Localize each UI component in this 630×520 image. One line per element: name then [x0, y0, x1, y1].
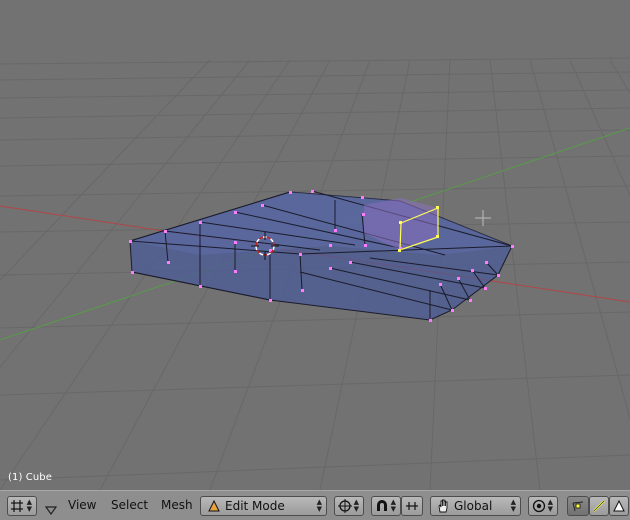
- hand-icon: [434, 499, 452, 513]
- proportional-icon: [529, 499, 549, 513]
- 3d-viewport[interactable]: (1) Cube: [0, 0, 630, 490]
- chevron-updown-icon: ▲ ▼: [353, 498, 359, 513]
- face-select-icon: [610, 499, 628, 513]
- edge-select-button[interactable]: [589, 496, 609, 516]
- edge-select-icon: [590, 499, 608, 513]
- menu-mesh[interactable]: Mesh: [161, 498, 193, 512]
- chevron-updown-icon: ▲ ▼: [316, 498, 322, 513]
- viewport-canvas[interactable]: [0, 0, 630, 490]
- pivot-button[interactable]: ▲ ▼: [334, 496, 364, 516]
- menu-select[interactable]: Select: [111, 498, 148, 512]
- mesh-object[interactable]: [129, 190, 514, 322]
- vertex-select-icon: [568, 499, 588, 513]
- mode-label: Edit Mode: [225, 499, 285, 513]
- editor-type-button[interactable]: ▲ ▼: [7, 496, 37, 516]
- vertex-select-button[interactable]: [567, 496, 589, 516]
- menu-view[interactable]: View: [68, 498, 96, 512]
- collapse-menu-icon[interactable]: [44, 500, 58, 519]
- chevron-updown-icon: ▲ ▼: [26, 498, 32, 513]
- grid-icon: [8, 499, 26, 513]
- snap-icon: [402, 500, 422, 512]
- mode-select[interactable]: Edit Mode ▲ ▼: [200, 496, 327, 516]
- active-object-label: (1) Cube: [8, 472, 52, 483]
- magnet-icon: [372, 499, 392, 513]
- pivot-icon: [335, 499, 355, 513]
- transform-orientation-select[interactable]: Global ▲ ▼: [430, 496, 521, 516]
- transform-orientation-label: Global: [454, 499, 493, 513]
- chevron-updown-icon: ▲ ▼: [547, 498, 553, 513]
- magnet-button[interactable]: ▲ ▼: [371, 496, 401, 516]
- chevron-updown-icon: ▲ ▼: [510, 498, 516, 513]
- mode-triangle-icon: [205, 500, 223, 512]
- chevron-updown-icon: ▲ ▼: [390, 498, 396, 513]
- blender-app: (1) Cube ▲ ▼ View Select Mesh Edit Mode ▲…: [0, 0, 630, 520]
- mouse-crosshair-icon: [475, 210, 491, 226]
- proportional-edit-button[interactable]: ▲ ▼: [528, 496, 558, 516]
- snap-button[interactable]: [401, 496, 423, 516]
- viewport-header: ▲ ▼ View Select Mesh Edit Mode ▲ ▼ ▲ ▼ ▲ ▼: [0, 490, 630, 520]
- face-select-button[interactable]: [609, 496, 629, 516]
